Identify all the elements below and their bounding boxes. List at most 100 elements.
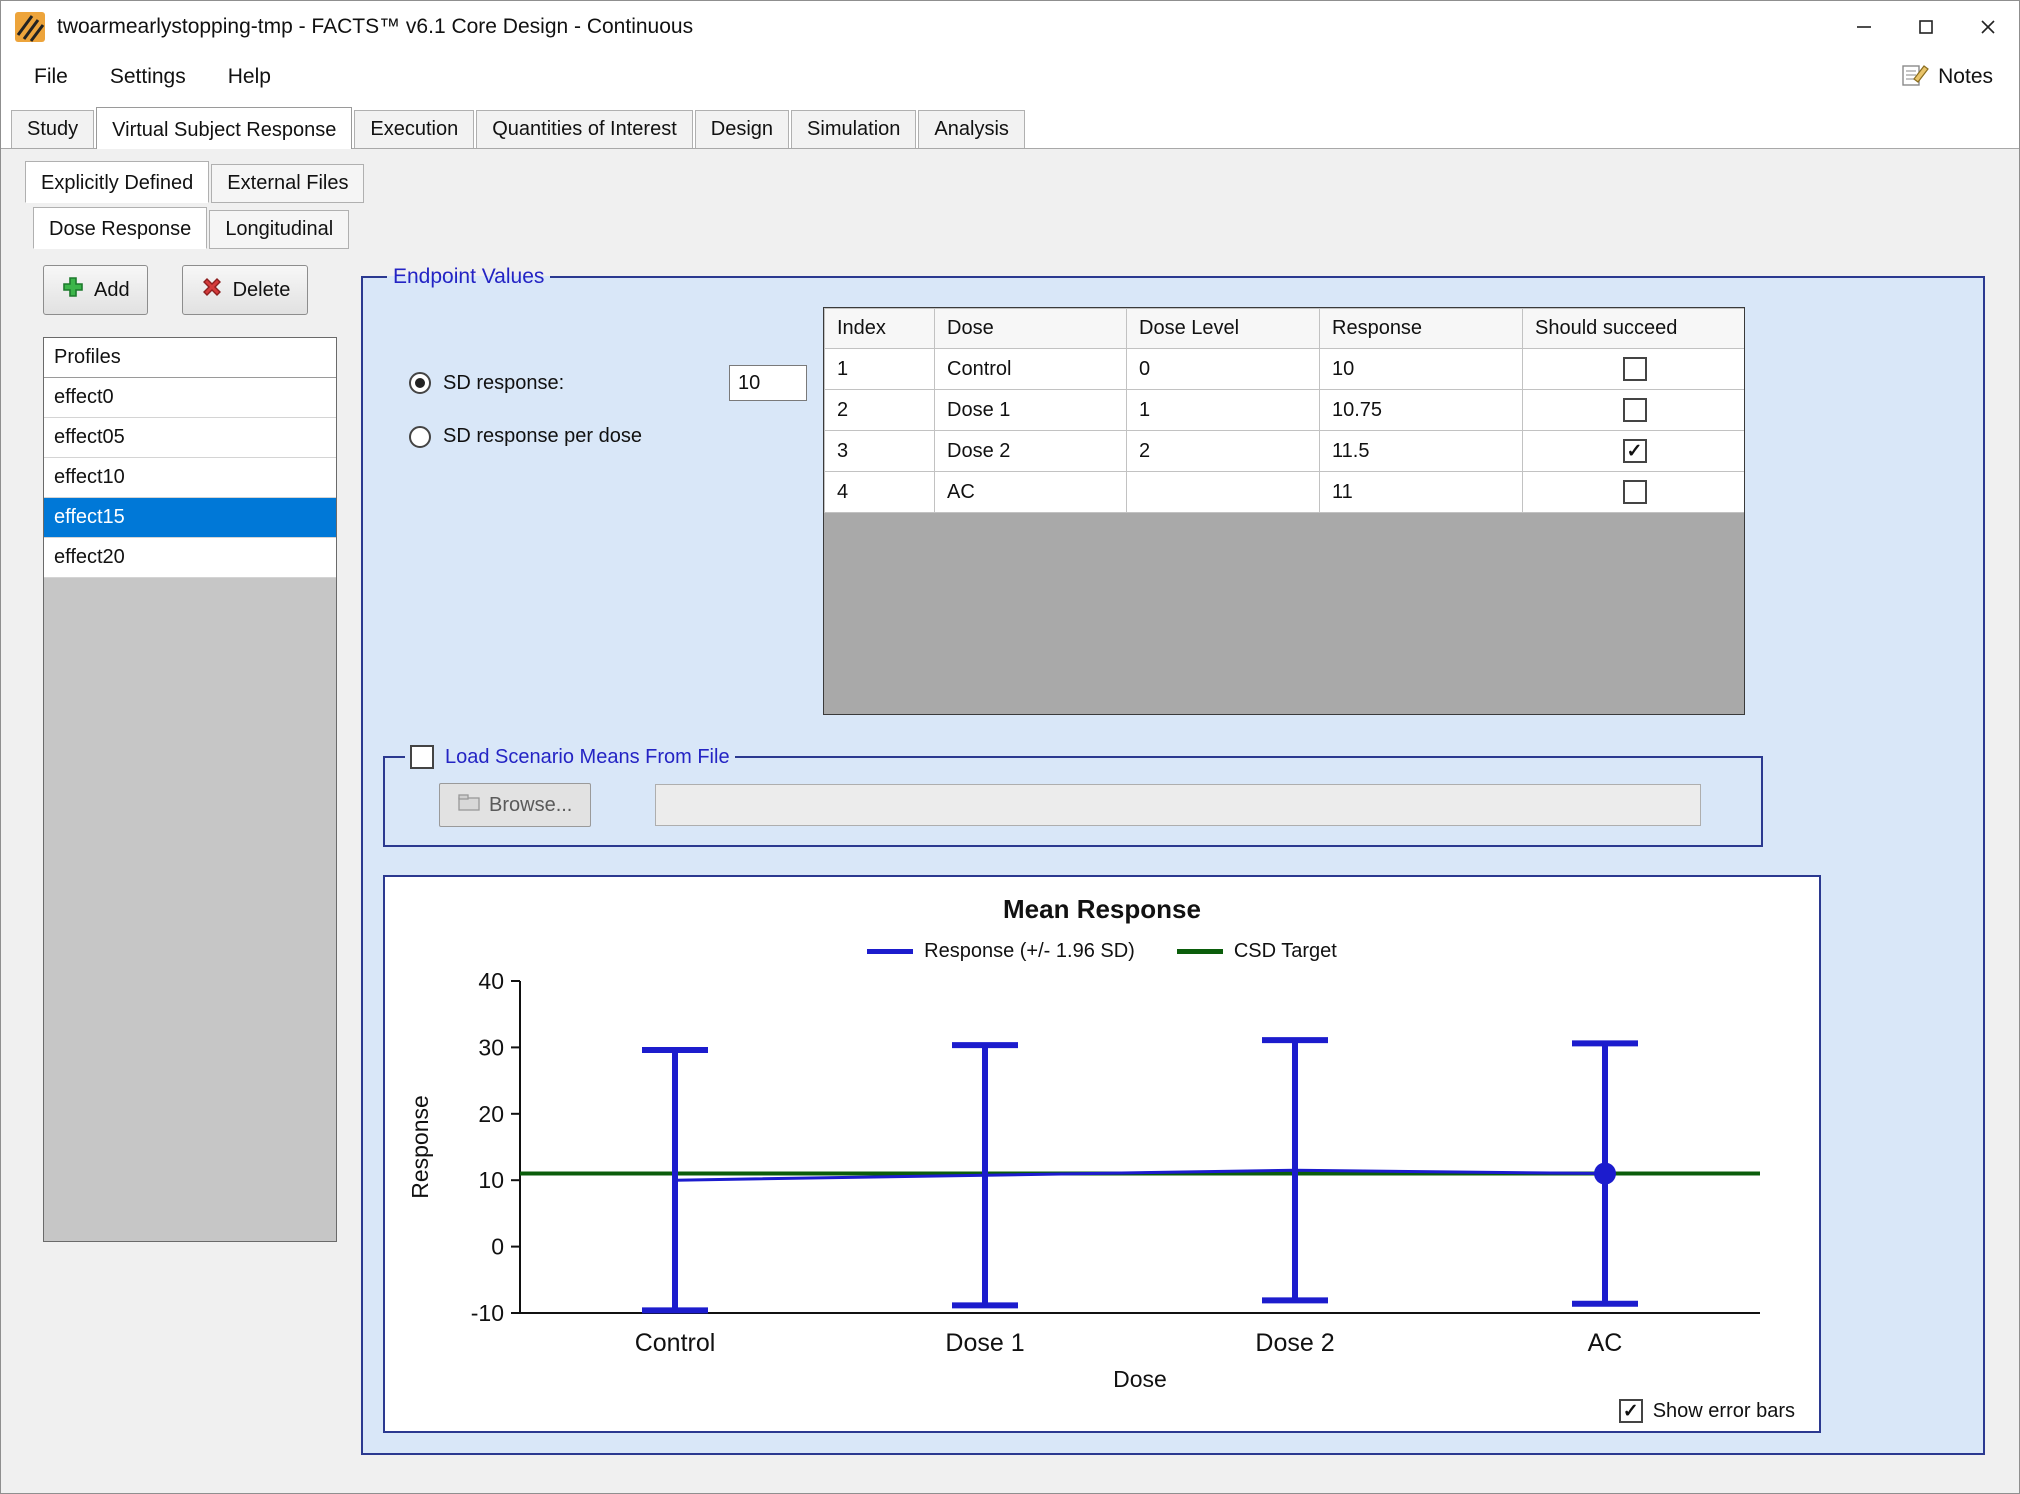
tab-simulation[interactable]: Simulation [791,110,916,148]
add-button[interactable]: Add [43,265,148,315]
legend-label: Response (+/- 1.96 SD) [924,940,1135,963]
cell-dose[interactable]: Dose 1 [935,390,1127,431]
tab-study[interactable]: Study [11,110,94,148]
endpoint-values-title: Endpoint Values [387,265,550,289]
cell-dose[interactable]: Dose 2 [935,431,1127,472]
list-item-profile-effect20[interactable]: effect20 [44,538,336,578]
table-row: 1Control010 [825,349,1746,390]
cell-index[interactable]: 2 [825,390,935,431]
cell-should-succeed [1523,431,1746,472]
cell-index[interactable]: 3 [825,431,935,472]
menu-file[interactable]: File [13,56,89,98]
svg-text:0: 0 [491,1234,504,1260]
list-item-profile-effect10[interactable]: effect10 [44,458,336,498]
cell-index[interactable]: 1 [825,349,935,390]
table-row: 4AC 11 [825,472,1746,513]
subtab-external-files[interactable]: External Files [211,164,364,203]
tab-analysis[interactable]: Analysis [918,110,1024,148]
cell-response[interactable]: 11.5 [1320,431,1523,472]
minimize-button[interactable] [1833,1,1895,53]
load-scenario-checkbox[interactable] [410,745,434,769]
cell-dose[interactable]: AC [935,472,1127,513]
should-succeed-checkbox[interactable] [1623,398,1647,422]
window-controls [1833,1,2019,53]
legend-label: CSD Target [1234,940,1337,963]
cell-should-succeed [1523,349,1746,390]
notes-icon [1902,62,1929,93]
browse-button-label: Browse... [489,794,572,817]
list-item-profile-effect05[interactable]: effect05 [44,418,336,458]
svg-text:AC: AC [1588,1329,1623,1357]
table-row: 3Dose 2211.5 [825,431,1746,472]
svg-text:Dose: Dose [1113,1366,1167,1392]
subsubtab-dose-response[interactable]: Dose Response [33,207,207,249]
cell-response[interactable]: 10.75 [1320,390,1523,431]
menu-help[interactable]: Help [207,56,292,98]
should-succeed-checkbox[interactable] [1623,439,1647,463]
cell-dose[interactable]: Control [935,349,1127,390]
column-header-dose: Dose [935,309,1127,349]
sd-per-dose-row: SD response per dose [409,425,807,448]
sd-per-dose-radio[interactable] [409,426,431,448]
delete-button[interactable]: Delete [182,265,309,315]
mean-response-chart: Mean Response Response (+/- 1.96 SD) CSD … [383,875,1821,1433]
profiles-panel: Add Delete Profiles effect0effect05effec… [43,265,337,1242]
browse-button: Browse... [439,783,591,827]
notes-button[interactable]: Notes [1888,56,2007,99]
app-icon [15,12,45,42]
profiles-list-header: Profiles [44,338,336,378]
svg-text:40: 40 [478,968,504,994]
should-succeed-checkbox[interactable] [1623,357,1647,381]
cell-response[interactable]: 10 [1320,349,1523,390]
legend-swatch [1177,949,1223,954]
cell-index[interactable]: 4 [825,472,935,513]
tab-design[interactable]: Design [695,110,789,148]
cell-dose-level[interactable]: 0 [1127,349,1320,390]
sd-response-radio[interactable] [409,372,431,394]
maximize-button[interactable] [1895,1,1957,53]
tab-quantities-of-interest[interactable]: Quantities of Interest [476,110,693,148]
level3-tab-strip: Dose ResponseLongitudinal [33,203,2019,249]
subtab-explicitly-defined[interactable]: Explicitly Defined [25,161,209,203]
close-button[interactable] [1957,1,2019,53]
sd-per-dose-label: SD response per dose [443,425,642,448]
chart-plot-area: 403020100-10ControlDose 1Dose 2ACDoseRes… [402,967,1802,1397]
dose-table-header-row: IndexDoseDose LevelResponseShould succee… [825,309,1746,349]
title-bar: twoarmearlystopping-tmp - FACTS™ v6.1 Co… [1,1,2019,53]
load-scenario-label: Load Scenario Means From File [445,746,730,769]
should-succeed-checkbox[interactable] [1623,480,1647,504]
menu-bar: File Settings Help Notes [1,53,2019,101]
subsubtab-longitudinal[interactable]: Longitudinal [209,210,349,249]
svg-text:Response: Response [407,1095,433,1199]
svg-text:Control: Control [635,1329,716,1357]
add-button-label: Add [94,279,130,302]
list-item-profile-effect0[interactable]: effect0 [44,378,336,418]
cell-dose-level[interactable] [1127,472,1320,513]
notes-label: Notes [1938,65,1993,89]
cell-response[interactable]: 11 [1320,472,1523,513]
profiles-toolbar: Add Delete [43,265,337,315]
window-title: twoarmearlystopping-tmp - FACTS™ v6.1 Co… [57,15,693,39]
column-header-dose-level: Dose Level [1127,309,1320,349]
show-error-bars-row: Show error bars [1619,1399,1795,1423]
page-body: Explicitly DefinedExternal Files Dose Re… [1,149,2019,1493]
cell-dose-level[interactable]: 2 [1127,431,1320,472]
tab-virtual-subject-response[interactable]: Virtual Subject Response [96,107,352,149]
add-icon [61,275,85,305]
cell-dose-level[interactable]: 1 [1127,390,1320,431]
legend-item: CSD Target [1177,940,1337,963]
load-scenario-legend: Load Scenario Means From File [405,745,735,769]
chart-title: Mean Response [385,894,1819,925]
main-area: Add Delete Profiles effect0effect05effec… [15,265,2019,1455]
svg-text:-10: -10 [471,1300,504,1326]
sd-response-input[interactable] [729,365,807,401]
tab-execution[interactable]: Execution [354,110,474,148]
show-error-bars-checkbox[interactable] [1619,1399,1643,1423]
column-header-index: Index [825,309,935,349]
endpoint-values-group: Endpoint Values SD response: SD response… [361,265,1985,1455]
delete-x-icon [200,275,224,305]
menu-settings[interactable]: Settings [89,56,207,98]
svg-text:30: 30 [478,1034,504,1060]
list-item-profile-effect15[interactable]: effect15 [44,498,336,538]
dose-table: IndexDoseDose LevelResponseShould succee… [823,307,1745,715]
